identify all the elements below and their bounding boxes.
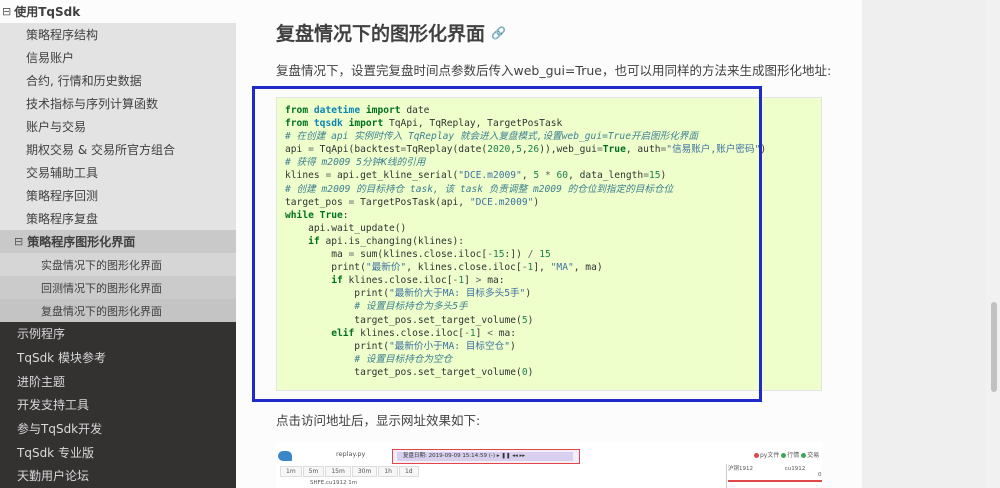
tianqin-logo-icon [278, 451, 292, 461]
sidebar-item-pro[interactable]: TqSdk 专业版 [0, 440, 236, 464]
preview-symbol: SHFE.cu1912 1m [310, 480, 358, 486]
sidebar-item-dev-tools[interactable]: 开发支持工具 [0, 393, 236, 417]
sidebar-item-module-reference[interactable]: TqSdk 模块参考 [0, 346, 236, 370]
sidebar-item-forum[interactable]: 天勤用户论坛 [0, 464, 236, 488]
sidebar-item-account-trading[interactable]: 账户与交易 [0, 115, 236, 138]
sidebar-item-gui[interactable]: ⊟ 策略程序图形化界面 [0, 230, 236, 253]
scrollbar-track[interactable] [986, 0, 1000, 488]
web-gui-screenshot: replay.py 复盘日期: 2019-09-09 15:14:59 (-) … [276, 442, 822, 488]
sidebar-item-advanced[interactable]: 进阶主题 [0, 369, 236, 393]
collapse-icon[interactable]: ⊟ [2, 5, 11, 18]
sidebar-item-label: 策略程序图形化界面 [27, 235, 136, 249]
sidebar-subitem-backtest-gui[interactable]: 回测情况下的图形化界面 [0, 276, 236, 299]
sidebar-item-examples[interactable]: 示例程序 [0, 322, 236, 346]
sidebar-submenu: 策略程序结构 信易账户 合约, 行情和历史数据 技术指标与序列计算函数 账户与交… [0, 23, 236, 322]
replay-date-label: 复盘日期: 2019-09-09 15:14:59 (-) ▸ ❚❚ ◂◂ ▸▸ [397, 452, 573, 461]
page-title: 复盘情况下的图形化界面 🔗 [276, 23, 506, 45]
sidebar-item-label: 使用TqSdk [14, 5, 81, 19]
permalink-icon[interactable]: 🔗 [491, 26, 506, 40]
result-paragraph: 点击访问地址后，显示网址效果如下: [276, 413, 481, 428]
preview-divider [726, 464, 727, 488]
legend-dot-icon [754, 453, 759, 458]
sidebar-item-shinny-account[interactable]: 信易账户 [0, 46, 236, 69]
main-content: 复盘情况下的图形化界面 🔗 复盘情况下，设置完复盘时间点参数后传入web_gui… [236, 0, 862, 488]
preview-legend: py文件 行情 交易 [754, 450, 819, 459]
period-15m: 15m [325, 466, 351, 477]
period-selector: 1m 5m 15m 30m 1h 1d [280, 466, 420, 477]
collapse-icon[interactable]: ⊟ [14, 235, 23, 248]
legend-dot-icon [781, 453, 787, 458]
sidebar-item-options[interactable]: 期权交易 & 交易所官方组合 [0, 138, 236, 161]
period-1d: 1d [398, 466, 419, 477]
sidebar-item-indicators[interactable]: 技术指标与序列计算函数 [0, 92, 236, 115]
replay-controls-icon: ▸ ❚❚ ◂◂ ▸▸ [496, 453, 526, 459]
sidebar-item-trading-tools[interactable]: 交易辅助工具 [0, 161, 236, 184]
preview-file-name: replay.py [336, 450, 366, 458]
sidebar-item-use-tqsdk[interactable]: ⊟ 使用TqSdk [0, 0, 236, 23]
sidebar-item-replay[interactable]: 策略程序复盘 [0, 207, 236, 230]
period-30m: 30m [351, 466, 378, 477]
intro-paragraph: 复盘情况下，设置完复盘时间点参数后传入web_gui=True，也可以用同样的方… [276, 63, 832, 78]
legend-dot-icon [801, 453, 807, 458]
scrollbar-thumb[interactable] [991, 302, 997, 392]
replay-control-bar: 复盘日期: 2019-09-09 15:14:59 (-) ▸ ❚❚ ◂◂ ▸▸ [392, 449, 580, 464]
sidebar-item-contribute[interactable]: 参与TqSdk开发 [0, 417, 236, 441]
sidebar-item-backtest[interactable]: 策略程序回测 [0, 184, 236, 207]
page-gutter [862, 0, 1000, 488]
sidebar-item-strategy-structure[interactable]: 策略程序结构 [0, 23, 236, 46]
preview-quote-table: 沪铜1912 cu1912 0 [728, 466, 822, 478]
sidebar-subitem-live-gui[interactable]: 实盘情况下的图形化界面 [0, 253, 236, 276]
preview-red-line [728, 480, 822, 482]
period-1h: 1h [378, 466, 398, 477]
sidebar-item-contracts-data[interactable]: 合约, 行情和历史数据 [0, 69, 236, 92]
sidebar-nav: ⊟ 使用TqSdk 策略程序结构 信易账户 合约, 行情和历史数据 技术指标与序… [0, 0, 236, 488]
period-5m: 5m [302, 466, 325, 477]
period-1m: 1m [280, 466, 302, 477]
sidebar-subitem-replay-gui[interactable]: 复盘情况下的图形化界面 [0, 299, 236, 322]
code-content: from datetime import date from tqsdk imp… [285, 105, 767, 378]
